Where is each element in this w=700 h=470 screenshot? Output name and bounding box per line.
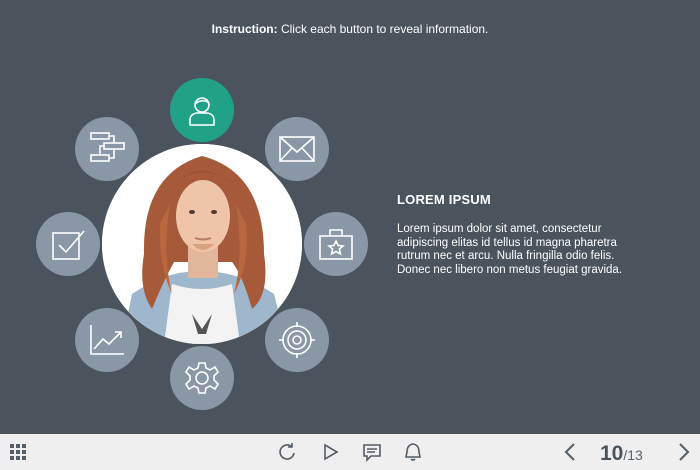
comment-icon bbox=[363, 444, 381, 462]
button-portfolio[interactable] bbox=[304, 212, 368, 276]
play-button[interactable] bbox=[321, 442, 341, 462]
play-icon bbox=[324, 443, 339, 461]
button-profile[interactable] bbox=[170, 78, 234, 142]
target-icon bbox=[279, 322, 315, 358]
prev-button[interactable] bbox=[561, 442, 581, 462]
button-target[interactable] bbox=[265, 308, 329, 372]
next-button[interactable] bbox=[673, 442, 693, 462]
grid-menu-icon bbox=[10, 444, 26, 460]
instruction-body: Click each button to reveal information. bbox=[277, 22, 489, 36]
comment-button[interactable] bbox=[362, 442, 382, 462]
button-settings[interactable] bbox=[170, 346, 234, 410]
info-body: Lorem ipsum dolor sit amet, consectetur … bbox=[397, 223, 623, 276]
button-flowchart[interactable] bbox=[75, 117, 139, 181]
bell-icon bbox=[405, 443, 421, 461]
page-counter: 10/13 bbox=[600, 442, 643, 466]
grid-menu-button[interactable] bbox=[9, 442, 29, 462]
user-icon bbox=[189, 97, 215, 126]
button-checklist[interactable] bbox=[36, 212, 100, 276]
info-title: LOREM IPSUM bbox=[397, 192, 491, 207]
page-total: /13 bbox=[623, 447, 643, 463]
page-current: 10 bbox=[600, 442, 624, 465]
portrait-photo bbox=[102, 144, 302, 344]
next-arrow-icon bbox=[679, 443, 690, 461]
briefcase-star-icon bbox=[319, 229, 353, 260]
instruction-label: Instruction: bbox=[211, 22, 278, 36]
replay-button[interactable] bbox=[277, 442, 297, 462]
info-panel: LOREM IPSUM Lorem ipsum dolor sit amet, … bbox=[397, 192, 637, 277]
prev-arrow-icon bbox=[564, 443, 575, 461]
chart-icon bbox=[90, 325, 124, 355]
replay-icon bbox=[279, 443, 295, 460]
checkbox-icon bbox=[52, 230, 85, 260]
button-mail[interactable] bbox=[265, 117, 329, 181]
flowchart-icon bbox=[90, 132, 125, 162]
button-chart[interactable] bbox=[75, 308, 139, 372]
instruction-text: Instruction: Click each button to reveal… bbox=[0, 22, 700, 36]
notification-button[interactable] bbox=[403, 442, 423, 462]
bottom-toolbar: 10/13 bbox=[0, 434, 700, 470]
gear-icon bbox=[184, 362, 220, 394]
mail-icon bbox=[279, 136, 315, 162]
